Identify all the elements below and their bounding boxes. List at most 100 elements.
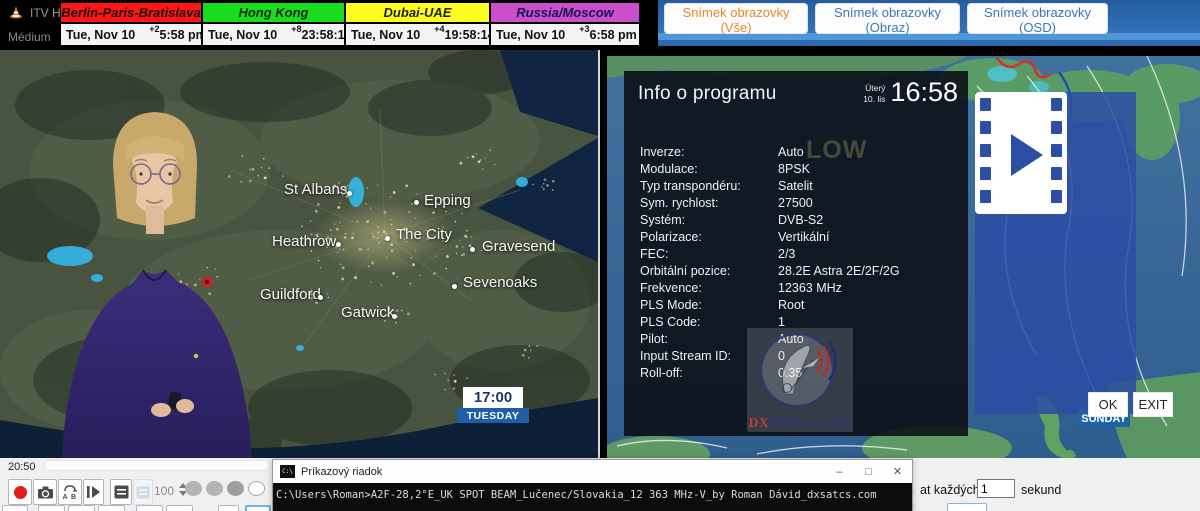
cmd-maximize-button[interactable]: □ (854, 460, 883, 483)
cmd-console[interactable]: C:\Users\Roman>A2F-28,2°E_UK SPOT BEAM_L… (273, 483, 912, 511)
toolbar-row2-button[interactable] (136, 505, 163, 511)
osd-clock: Úterý10. lis 16:58 (863, 79, 958, 106)
status-indicator-1 (185, 481, 202, 496)
map-label: Guildford (260, 286, 321, 303)
clock-city: Hong Kong (203, 3, 344, 24)
film-play-icon (975, 92, 1067, 214)
snapshot-button[interactable] (33, 479, 57, 505)
toolbar-row2-button-active[interactable] (245, 505, 271, 511)
map-town-dot (452, 284, 457, 289)
world-clocks: Berlin-Paris-BratislavaTue, Nov 10+25:58… (60, 2, 641, 46)
osd-ok-button[interactable]: OK (1088, 392, 1128, 417)
screenshot-toolbar: Snímek obrazovky (Vše)Snímek obrazovky (… (658, 0, 1200, 46)
bottom-toolbar: 20:50 A B (0, 458, 1200, 511)
cmd-titlebar[interactable]: C:\ Príkazový riadok – □ ✕ (273, 460, 912, 483)
svg-text:B: B (71, 494, 76, 500)
app-window: ITV HD - Médium P Berlin-Paris-Bratislav… (0, 0, 1200, 511)
map-town-dot (318, 295, 323, 300)
pressure-low-label: LOW (806, 136, 867, 165)
clock-column-1: Hong KongTue, Nov 10+823:58:14 (203, 3, 346, 45)
osd-row: Sym. rychlost:27500 (640, 196, 719, 213)
clock-time: Tue, Nov 10+36:58 pm (491, 24, 639, 45)
seek-bar[interactable] (44, 460, 270, 471)
osd-row: Roll-off:0.35 (640, 366, 683, 383)
interval-input[interactable] (977, 479, 1015, 498)
clock-city: Berlin-Paris-Bratislava (61, 3, 201, 24)
menu-medium[interactable]: Médium (8, 30, 51, 44)
osd-clock-time: 16:58 (890, 79, 958, 106)
forecast-day-badge: TUESDAY (457, 408, 529, 423)
osd-row: FEC:2/3 (640, 247, 668, 264)
top-bar: ITV HD - Médium P Berlin-Paris-Bratislav… (0, 0, 1200, 46)
save-icon (114, 485, 129, 499)
toolbar-row2-button[interactable] (2, 505, 28, 511)
interval-suffix-label: sekund (1021, 483, 1061, 497)
clock-time: Tue, Nov 10+25:58 pm (61, 24, 201, 45)
clock-time: Tue, Nov 10+823:58:14 (203, 24, 344, 45)
osd-row: Modulace:8PSK (640, 162, 698, 179)
map-label: Gatwick (341, 304, 394, 321)
video-left-itv[interactable]: St AlbansEppingHeathrowThe CityGravesend… (0, 50, 600, 458)
screenshot-button-0[interactable]: Snímek obrazovky (Vše) (664, 3, 808, 34)
ab-loop-button[interactable]: A B (58, 479, 82, 505)
elapsed-time: 20:50 (8, 461, 36, 473)
forecast-time-badge: 17:00 (463, 387, 523, 408)
osd-clock-date: Úterý10. lis (863, 83, 885, 104)
frame-step-icon (86, 485, 101, 499)
save-button[interactable] (110, 479, 132, 505)
satellite-dish-logo (747, 328, 853, 412)
map-label: Heathrow (272, 233, 336, 250)
clock-column-0: Berlin-Paris-BratislavaTue, Nov 10+25:58… (61, 3, 203, 45)
toolbar-row2-button[interactable] (68, 505, 95, 511)
map-label: Gravesend (482, 238, 555, 255)
record-button[interactable] (8, 479, 32, 505)
map-label: Sevenoaks (463, 274, 537, 291)
clock-city: Dubai-UAE (346, 3, 489, 24)
toolbar-row2-button[interactable] (166, 505, 193, 511)
osd-row: Inverze:Auto (640, 145, 684, 162)
osd-row: Orbitální pozice:28.2E Astra 2E/2F/2G (640, 264, 730, 281)
toolbar-row2-button[interactable] (218, 505, 239, 511)
cmd-prompt-text: C:\Users\Roman>A2F-28,2°E_UK SPOT BEAM_L… (276, 489, 877, 501)
cmd-close-button[interactable]: ✕ (883, 460, 912, 483)
command-prompt-window: C:\ Príkazový riadok – □ ✕ C:\Users\Roma… (272, 459, 913, 511)
svg-text:A: A (63, 494, 68, 500)
osd-row: PLS Code:1 (640, 315, 700, 332)
frame-step-button[interactable] (83, 479, 104, 505)
cmd-title: Príkazový riadok (301, 466, 382, 478)
interval-secondary-input[interactable] (947, 503, 987, 511)
clock-column-2: Dubai-UAETue, Nov 10+419:58:14 (346, 3, 491, 45)
zoom-value[interactable]: 100 (150, 484, 174, 498)
map-label: The City (396, 226, 452, 243)
osd-row: Systém:DVB-S2 (640, 213, 685, 230)
clock-column-3: Russia/MoscowTue, Nov 10+36:58 pm (491, 3, 640, 45)
map-label: Epping (424, 192, 471, 209)
map-town-dot (392, 314, 397, 319)
map-town-dot (470, 247, 475, 252)
osd-row: Input Stream ID:0 (640, 349, 731, 366)
vlc-cone-icon (8, 5, 24, 21)
map-town-dot (336, 242, 341, 247)
map-town-dot (347, 191, 352, 196)
status-indicator-4 (248, 481, 265, 496)
ab-loop-icon: A B (62, 485, 78, 500)
osd-row: PLS Mode:Root (640, 298, 702, 315)
toolbar-row2-button[interactable] (38, 505, 65, 511)
dxsatcs-watermark: DXSATCS.COM (747, 328, 853, 432)
toolbar-row2-button[interactable] (98, 505, 125, 511)
cmd-minimize-button[interactable]: – (825, 460, 854, 483)
interval-prefix-label: at každých (920, 483, 980, 497)
osd-exit-button[interactable]: EXIT (1133, 392, 1173, 417)
screenshot-button-2[interactable]: Snímek obrazovky (OSD) (967, 3, 1108, 34)
screenshot-button-1[interactable]: Snímek obrazovky (Obraz) (815, 3, 960, 34)
osd-title: Info o programu (638, 83, 777, 105)
record-icon (14, 486, 27, 499)
watermark-text: DXSATCS.COM (747, 415, 853, 431)
cmd-icon: C:\ (280, 465, 295, 478)
osd-row: Typ transpondéru:Satelit (640, 179, 741, 196)
osd-row: Pilot:Auto (640, 332, 668, 349)
map-town-dot (414, 200, 419, 205)
playlist-icon (136, 486, 150, 499)
clock-city: Russia/Moscow (491, 3, 639, 24)
map-town-dot (385, 236, 390, 241)
